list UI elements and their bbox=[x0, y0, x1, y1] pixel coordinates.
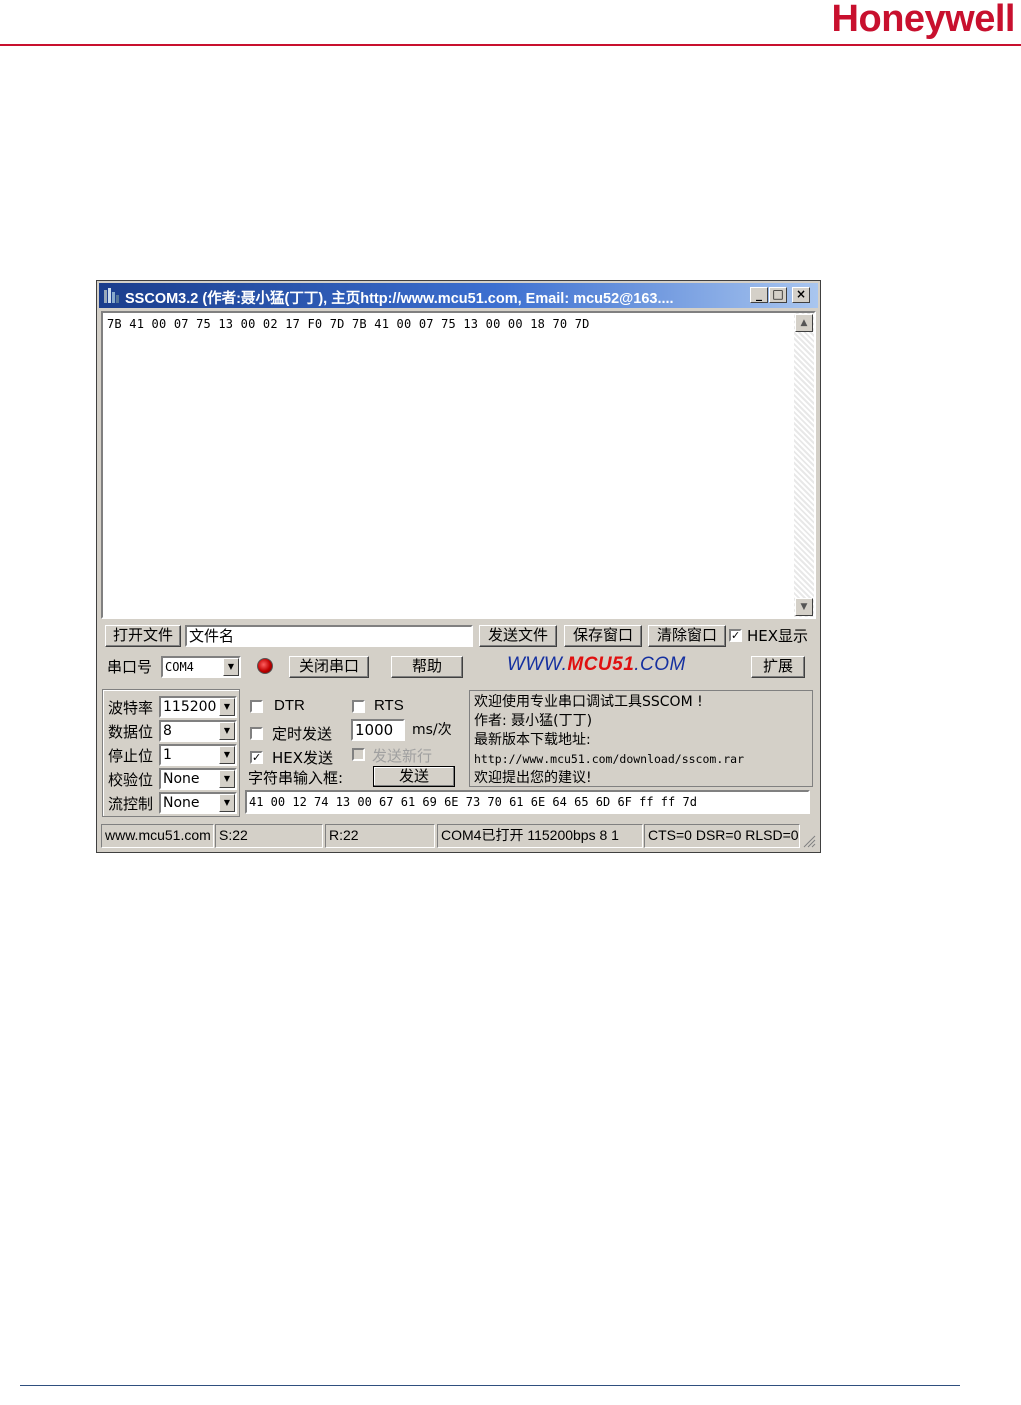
stop-bits-value: 1 bbox=[163, 747, 172, 763]
port-status-led-icon bbox=[257, 658, 273, 674]
rts-label: RTS bbox=[374, 697, 404, 714]
baud-select[interactable]: 115200 ▼ bbox=[159, 696, 237, 718]
chevron-down-icon[interactable]: ▼ bbox=[219, 722, 235, 740]
filename-input[interactable]: 文件名 bbox=[185, 625, 473, 647]
close-icon[interactable]: × bbox=[792, 287, 810, 303]
send-newline-label: 发送新行 bbox=[372, 747, 433, 765]
chevron-down-icon[interactable]: ▼ bbox=[219, 698, 235, 716]
baud-value: 115200 bbox=[163, 699, 217, 715]
stop-bits-select[interactable]: 1 ▼ bbox=[159, 744, 237, 766]
rts-checkbox[interactable] bbox=[352, 700, 365, 713]
send-data-input[interactable]: 41 00 12 74 13 00 67 61 69 6E 73 70 61 6… bbox=[245, 790, 810, 814]
info-line: 欢迎使用专业串口调试工具SSCOM ! bbox=[474, 694, 703, 710]
flow-control-label: 流控制 bbox=[108, 795, 154, 813]
dtr-checkbox[interactable] bbox=[250, 700, 263, 713]
chevron-down-icon[interactable]: ▼ bbox=[219, 794, 235, 812]
hex-send-checkbox[interactable]: ✓ bbox=[250, 751, 263, 764]
chevron-down-icon[interactable]: ▼ bbox=[223, 658, 239, 676]
banner-prefix: WWW. bbox=[507, 654, 568, 675]
port-label: 串口号 bbox=[107, 658, 153, 676]
parity-value: None bbox=[163, 771, 200, 787]
minimize-icon[interactable]: _ bbox=[750, 287, 768, 303]
close-port-button[interactable]: 关闭串口 bbox=[289, 656, 369, 678]
scroll-up-icon[interactable]: ▲ bbox=[795, 314, 813, 332]
resize-grip-icon[interactable] bbox=[802, 834, 816, 848]
parity-select[interactable]: None ▼ bbox=[159, 768, 237, 790]
banner-brand: MCU51 bbox=[567, 654, 635, 675]
parity-label: 校验位 bbox=[108, 771, 154, 789]
interval-input[interactable]: 1000 bbox=[351, 719, 405, 741]
status-signals: CTS=0 DSR=0 RLSD=0 bbox=[644, 824, 800, 848]
input-box-label: 字符串输入框: bbox=[248, 769, 344, 787]
info-line: http://www.mcu51.com/download/sscom.rar bbox=[474, 752, 745, 766]
baud-label: 波特率 bbox=[108, 699, 154, 717]
help-button[interactable]: 帮助 bbox=[391, 656, 463, 678]
interval-unit-label: ms/次 bbox=[412, 722, 452, 738]
mcu51-banner[interactable]: WWW.MCU51.COM bbox=[507, 654, 686, 676]
timed-send-checkbox[interactable] bbox=[250, 727, 263, 740]
receive-area[interactable]: 7B 41 00 07 75 13 00 02 17 F0 7D 7B 41 0… bbox=[101, 311, 816, 619]
hex-send-label: HEX发送 bbox=[272, 749, 334, 767]
open-file-button[interactable]: 打开文件 bbox=[105, 625, 181, 647]
data-bits-value: 8 bbox=[163, 723, 172, 739]
maximize-icon[interactable]: □ bbox=[769, 287, 787, 303]
receive-scrollbar[interactable]: ▲ ▼ bbox=[794, 313, 814, 617]
expand-button[interactable]: 扩展 bbox=[751, 656, 805, 678]
send-file-button[interactable]: 发送文件 bbox=[479, 625, 557, 647]
status-received-count: R:22 bbox=[325, 824, 435, 848]
honeywell-logo: Honeywell bbox=[831, 0, 1016, 40]
flow-control-select[interactable]: None ▼ bbox=[159, 792, 237, 814]
info-box: 欢迎使用专业串口调试工具SSCOM ! 作者: 聂小猛(丁丁) 最新版本下载地址… bbox=[469, 690, 813, 787]
port-value: COM4 bbox=[165, 660, 194, 674]
data-bits-label: 数据位 bbox=[108, 723, 154, 741]
hex-display-label: HEX显示 bbox=[747, 627, 809, 645]
window-title: SSCOM3.2 (作者:聂小猛(丁丁), 主页http://www.mcu51… bbox=[125, 291, 674, 307]
banner-suffix: .COM bbox=[634, 654, 686, 675]
sscom-window: SSCOM3.2 (作者:聂小猛(丁丁), 主页http://www.mcu51… bbox=[96, 280, 821, 853]
timed-send-label: 定时发送 bbox=[272, 725, 333, 743]
dtr-label: DTR bbox=[274, 697, 305, 714]
send-newline-checkbox[interactable] bbox=[352, 748, 365, 761]
flow-control-value: None bbox=[163, 795, 200, 811]
status-port-info: COM4已打开 115200bps 8 1 bbox=[437, 824, 643, 848]
status-site: www.mcu51.com bbox=[101, 824, 214, 848]
footer-rule bbox=[20, 1385, 960, 1386]
title-bar[interactable]: SSCOM3.2 (作者:聂小猛(丁丁), 主页http://www.mcu51… bbox=[99, 283, 818, 308]
chevron-down-icon[interactable]: ▼ bbox=[219, 746, 235, 764]
status-sent-count: S:22 bbox=[215, 824, 323, 848]
port-select[interactable]: COM4 ▼ bbox=[161, 656, 241, 678]
receive-text: 7B 41 00 07 75 13 00 02 17 F0 7D 7B 41 0… bbox=[107, 317, 590, 331]
hex-display-checkbox[interactable]: ✓ bbox=[729, 629, 742, 642]
app-icon bbox=[104, 288, 119, 303]
save-window-button[interactable]: 保存窗口 bbox=[564, 625, 642, 647]
data-bits-select[interactable]: 8 ▼ bbox=[159, 720, 237, 742]
clear-window-button[interactable]: 清除窗口 bbox=[648, 625, 726, 647]
stop-bits-label: 停止位 bbox=[108, 747, 154, 765]
scroll-down-icon[interactable]: ▼ bbox=[795, 598, 813, 616]
chevron-down-icon[interactable]: ▼ bbox=[219, 770, 235, 788]
info-line: 作者: 聂小猛(丁丁) bbox=[474, 713, 593, 729]
header-rule bbox=[0, 44, 1021, 46]
send-button[interactable]: 发送 bbox=[373, 766, 455, 787]
info-line: 欢迎提出您的建议! bbox=[474, 770, 592, 786]
info-line: 最新版本下载地址: bbox=[474, 732, 591, 748]
